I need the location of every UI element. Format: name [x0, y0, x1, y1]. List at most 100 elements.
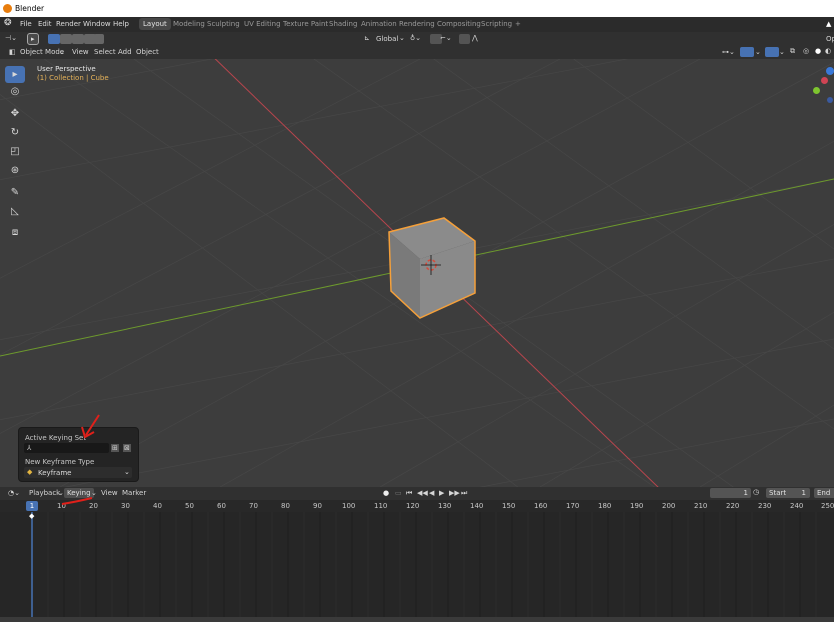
- ruler-tick: 130: [438, 502, 452, 510]
- play-reverse-icon[interactable]: ◀: [429, 489, 434, 497]
- ruler-tick: 60: [217, 502, 226, 510]
- ruler-tick: 90: [313, 502, 322, 510]
- ruler-tick: 200: [662, 502, 676, 510]
- ruler-tick: 180: [598, 502, 612, 510]
- viewport-menu-object[interactable]: Object: [136, 48, 159, 56]
- gizmo-x-icon[interactable]: [821, 77, 828, 84]
- menu-window[interactable]: Window: [83, 20, 111, 28]
- ruler-tick: 170: [566, 502, 580, 510]
- mode-chevron-icon: ⌄: [59, 48, 65, 56]
- xray-icon[interactable]: ⧉: [790, 47, 795, 56]
- playhead-frame-badge[interactable]: 1: [26, 501, 38, 511]
- shading-material-icon[interactable]: ◐: [825, 47, 831, 55]
- proportional-edit-icon[interactable]: [459, 34, 470, 44]
- select-mode-intersect-icon[interactable]: [94, 34, 104, 44]
- mode-dropdown[interactable]: Object Mode: [20, 48, 64, 56]
- add-cube-icon[interactable]: ⧈: [5, 224, 25, 241]
- snap-target-icon[interactable]: ⌐⌄: [440, 34, 452, 42]
- menu-help[interactable]: Help: [113, 20, 129, 28]
- tool-dropdown-icon[interactable]: ⊣⌄: [5, 34, 17, 42]
- playhead-key-icon: ◆: [29, 512, 35, 520]
- ruler-tick: 120: [406, 502, 420, 510]
- scale-icon[interactable]: ◰: [5, 143, 25, 160]
- clock-icon[interactable]: ◷: [753, 488, 759, 496]
- jump-start-icon[interactable]: ⏮: [406, 489, 412, 498]
- end-frame-field[interactable]: End: [814, 488, 834, 498]
- viewport-menu-select[interactable]: Select: [94, 48, 116, 56]
- collection-label: (1) Collection | Cube: [37, 74, 109, 82]
- tool-settings-bar: ⊣⌄ ▸ ⊾ Global ⌄ ♁⌄ ⌐⌄ ⋀ Op: [0, 32, 834, 46]
- start-label: Start: [769, 489, 787, 497]
- gizmo-z-icon[interactable]: [826, 67, 834, 75]
- select-box-icon[interactable]: ▸: [5, 66, 25, 83]
- gizmo-chevron-icon[interactable]: ⌄: [755, 48, 761, 56]
- tab-layout[interactable]: Layout: [139, 18, 171, 30]
- move-icon[interactable]: ✥: [5, 105, 25, 122]
- overlays-toggle-icon[interactable]: [765, 47, 779, 57]
- ruler-tick: 70: [249, 502, 258, 510]
- annotate-icon[interactable]: ✎: [5, 184, 25, 201]
- select-mode-extend-icon[interactable]: [60, 34, 72, 44]
- rotate-icon[interactable]: ↻: [5, 124, 25, 141]
- tab-sculpting[interactable]: Sculpting: [203, 18, 244, 30]
- viewport-menu-view[interactable]: View: [72, 48, 89, 56]
- overlays-chevron-icon[interactable]: ⌄: [779, 48, 785, 56]
- start-frame-field[interactable]: Start 1: [766, 488, 810, 498]
- ruler-tick: 230: [758, 502, 772, 510]
- user-icon[interactable]: ▲: [826, 20, 831, 28]
- jump-end-icon[interactable]: ⏭: [461, 489, 467, 498]
- keyframe-diamond-icon: ◆: [27, 468, 33, 476]
- jump-prev-key-icon[interactable]: ◀◀: [417, 489, 428, 497]
- menu-edit[interactable]: Edit: [38, 20, 52, 28]
- status-bar: [0, 617, 834, 622]
- menu-file[interactable]: File: [20, 20, 32, 28]
- transform-icon[interactable]: ⊛: [5, 162, 25, 179]
- measure-icon[interactable]: ◺: [5, 203, 25, 220]
- ruler-tick: 110: [374, 502, 388, 510]
- gizmo-y-icon[interactable]: [813, 87, 820, 94]
- tool-shelf: ▸ ◎ ✥ ↻ ◰ ⊛ ✎ ◺ ⧈: [5, 66, 27, 251]
- menu-render[interactable]: Render: [56, 20, 81, 28]
- record-icon[interactable]: ●: [383, 489, 389, 497]
- editor-type-icon[interactable]: ◧: [9, 48, 16, 56]
- 3d-cursor-icon: [421, 255, 441, 275]
- ruler-tick: 140: [470, 502, 484, 510]
- shading-wireframe-icon[interactable]: ◎: [803, 47, 809, 55]
- orientation-chevron-icon: ⌄: [399, 34, 405, 42]
- tab-shading[interactable]: Shading: [325, 18, 361, 30]
- keying-set-icon: ⅄: [27, 444, 32, 452]
- current-frame-field[interactable]: 1: [710, 488, 751, 498]
- window-title: Blender: [15, 4, 45, 13]
- select-mode-subtract-icon[interactable]: [72, 34, 84, 44]
- gizmo-neg-z-icon[interactable]: [827, 97, 833, 103]
- pivot-icon[interactable]: ♁⌄: [410, 34, 421, 42]
- viewport-menu-add[interactable]: Add: [118, 48, 132, 56]
- annotation-arrow-icon: [61, 414, 100, 505]
- blender-logo-icon: [3, 4, 12, 13]
- shading-solid-icon[interactable]: ●: [815, 47, 821, 55]
- tab-uv-editing[interactable]: UV Editing: [240, 18, 285, 30]
- viewport-header: ◧ Object Mode ⌄ View Select Add Object ⊶…: [0, 46, 834, 59]
- timeline-editor-type-icon[interactable]: ◔⌄: [8, 489, 20, 497]
- jump-next-key-icon[interactable]: ▶▶: [449, 489, 460, 497]
- play-icon[interactable]: ▶: [439, 489, 444, 497]
- add-workspace-button[interactable]: +: [511, 18, 525, 30]
- orientation-dropdown[interactable]: Global: [376, 35, 398, 43]
- ruler-tick: 80: [281, 502, 290, 510]
- ruler-tick: 240: [790, 502, 804, 510]
- gizmo-toggle-icon[interactable]: [740, 47, 754, 57]
- falloff-icon[interactable]: ⋀: [472, 34, 478, 42]
- blender-menu-icon[interactable]: ❂: [4, 18, 12, 28]
- active-tool-icon[interactable]: ▸: [27, 33, 39, 45]
- ruler-tick: 50: [185, 502, 194, 510]
- cursor-icon[interactable]: ◎: [5, 83, 25, 100]
- auto-key-options-icon[interactable]: ▭: [395, 489, 402, 497]
- select-mode-new-icon[interactable]: [48, 34, 60, 44]
- visibility-icon[interactable]: ⊶⌄: [722, 48, 735, 56]
- window-titlebar: Blender: [0, 0, 834, 17]
- top-menubar: ❂ File Edit Render Window Help Layout Mo…: [0, 17, 834, 32]
- timeline-area[interactable]: ◆: [0, 512, 834, 617]
- ruler-tick: 150: [502, 502, 516, 510]
- start-value: 1: [801, 489, 806, 497]
- options-button[interactable]: Op: [826, 35, 834, 43]
